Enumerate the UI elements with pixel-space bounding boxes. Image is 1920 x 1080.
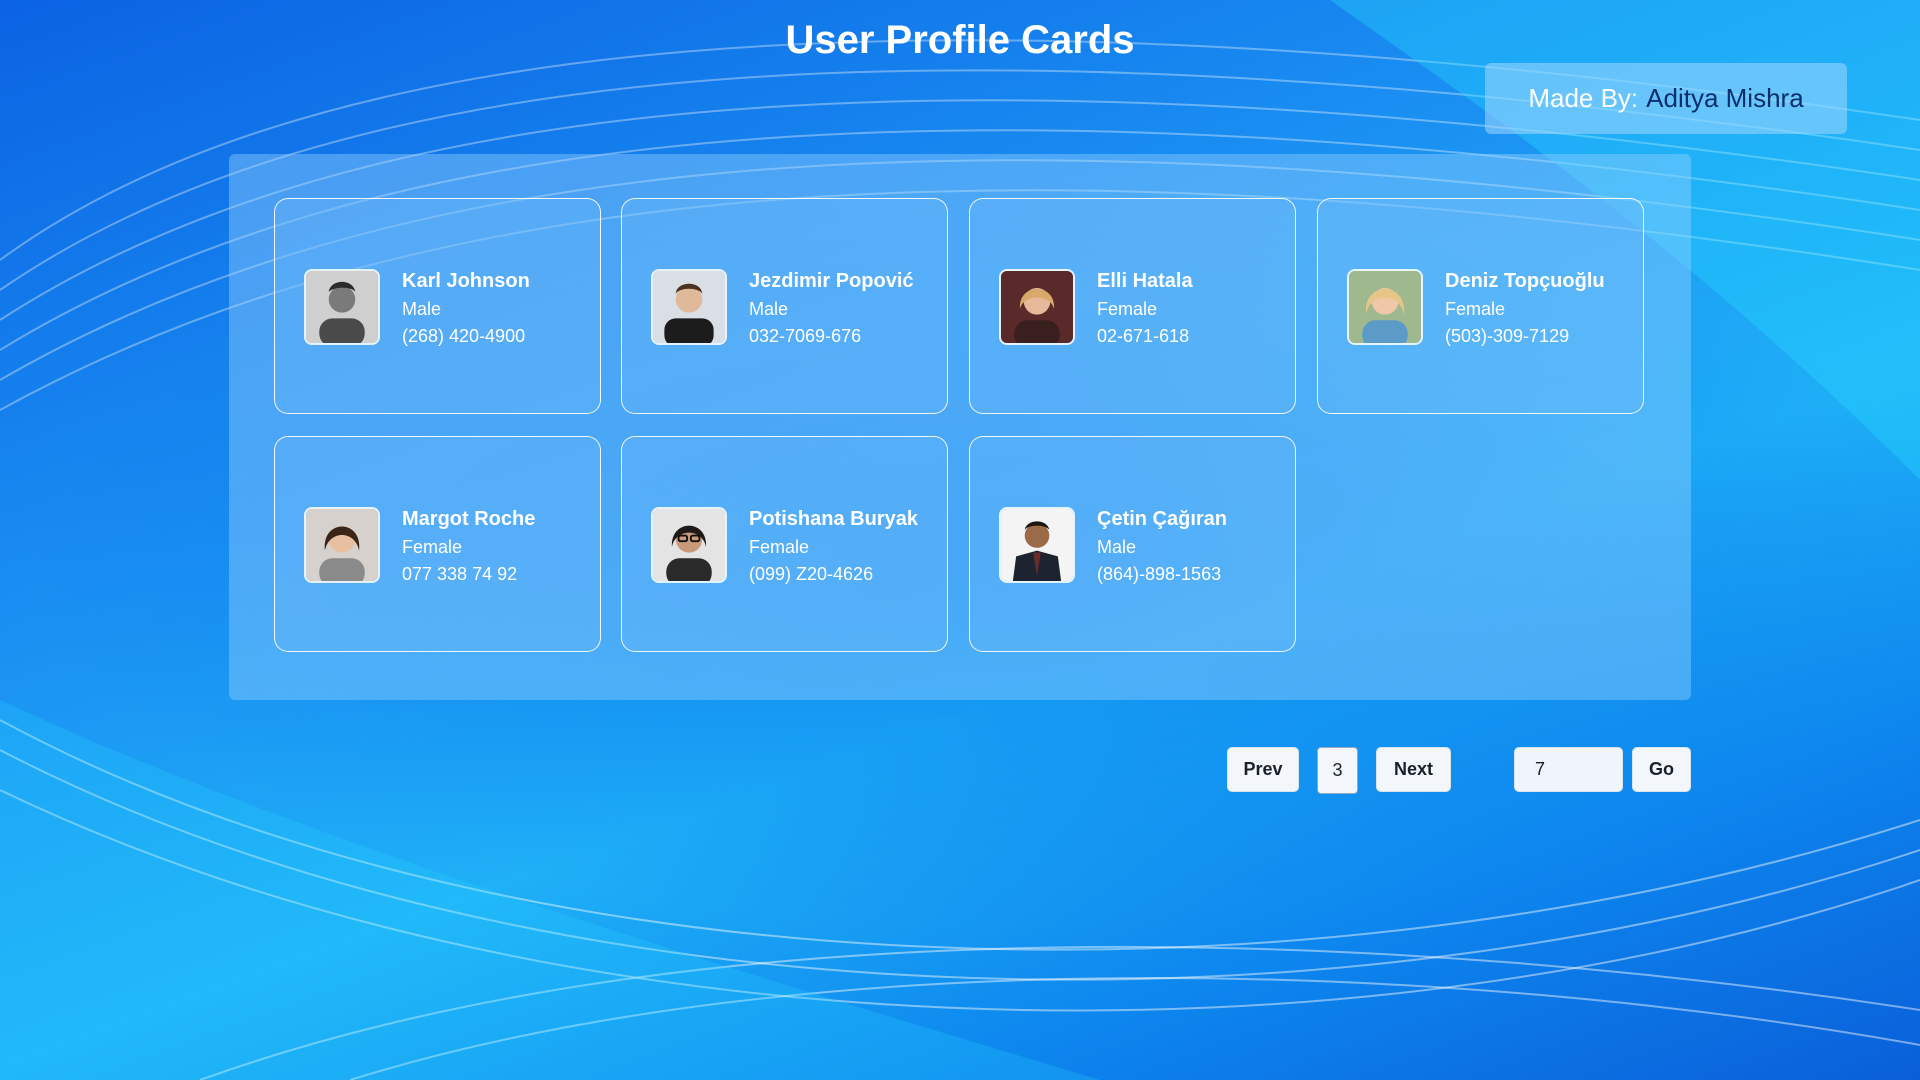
card-name: Jezdimir Popović — [749, 270, 914, 292]
card-gender: Female — [1445, 299, 1506, 319]
card-gender: Male — [402, 299, 442, 319]
prev-button[interactable]: Prev — [1227, 747, 1299, 792]
profile-card[interactable]: Elli Hatala Female 02-671-618 — [969, 198, 1296, 414]
profile-card[interactable]: Karl Johnson Male (268) 420-4900 — [274, 198, 601, 414]
avatar — [304, 269, 380, 345]
avatar — [999, 269, 1075, 345]
card-phone: (864)-898-1563 — [1097, 564, 1222, 584]
card-gender: Male — [1097, 537, 1137, 557]
cards-panel: Karl Johnson Male (268) 420-4900 Jezdimi… — [229, 154, 1691, 700]
next-button[interactable]: Next — [1376, 747, 1451, 792]
card-name: Potishana Buryak — [749, 508, 918, 530]
card-phone: (503)-309-7129 — [1445, 326, 1570, 346]
profile-card[interactable]: Margot Roche Female 077 338 74 92 — [274, 436, 601, 652]
avatar — [651, 507, 727, 583]
card-name: Karl Johnson — [402, 270, 530, 292]
card-gender: Female — [402, 537, 463, 557]
card-name: Elli Hatala — [1097, 270, 1193, 292]
person-avatar-icon — [306, 271, 378, 343]
author-name: Aditya Mishra — [1646, 83, 1804, 113]
card-gender: Female — [1097, 299, 1158, 319]
profile-card[interactable]: Potishana Buryak Female (099) Z20-4626 — [621, 436, 948, 652]
page-number-input[interactable] — [1514, 747, 1623, 792]
person-avatar-icon — [306, 509, 378, 581]
made-by-label: Made By: — [1528, 83, 1639, 113]
avatar — [1347, 269, 1423, 345]
made-by-badge: Made By: Aditya Mishra — [1485, 63, 1847, 134]
current-page-indicator: 3 — [1317, 747, 1358, 794]
person-avatar-icon — [653, 509, 725, 581]
profile-card[interactable]: Deniz Topçuoğlu Female (503)-309-7129 — [1317, 198, 1644, 414]
go-button[interactable]: Go — [1632, 747, 1691, 792]
profile-card[interactable]: Çetin Çağıran Male (864)-898-1563 — [969, 436, 1296, 652]
avatar — [999, 507, 1075, 583]
card-phone: 032-7069-676 — [749, 326, 862, 346]
person-avatar-icon — [1001, 271, 1073, 343]
person-avatar-icon — [1001, 509, 1073, 581]
card-phone: (099) Z20-4626 — [749, 564, 874, 584]
card-name: Deniz Topçuoğlu — [1445, 270, 1605, 292]
page-title: User Profile Cards — [785, 18, 1135, 62]
card-gender: Male — [749, 299, 789, 319]
profile-card[interactable]: Jezdimir Popović Male 032-7069-676 — [621, 198, 948, 414]
card-gender: Female — [749, 537, 810, 557]
avatar — [304, 507, 380, 583]
card-phone: (268) 420-4900 — [402, 326, 526, 346]
person-avatar-icon — [1349, 271, 1421, 343]
person-avatar-icon — [653, 271, 725, 343]
card-phone: 077 338 74 92 — [402, 564, 518, 584]
card-name: Margot Roche — [402, 508, 536, 530]
avatar — [651, 269, 727, 345]
card-phone: 02-671-618 — [1097, 326, 1190, 346]
card-name: Çetin Çağıran — [1097, 508, 1228, 530]
